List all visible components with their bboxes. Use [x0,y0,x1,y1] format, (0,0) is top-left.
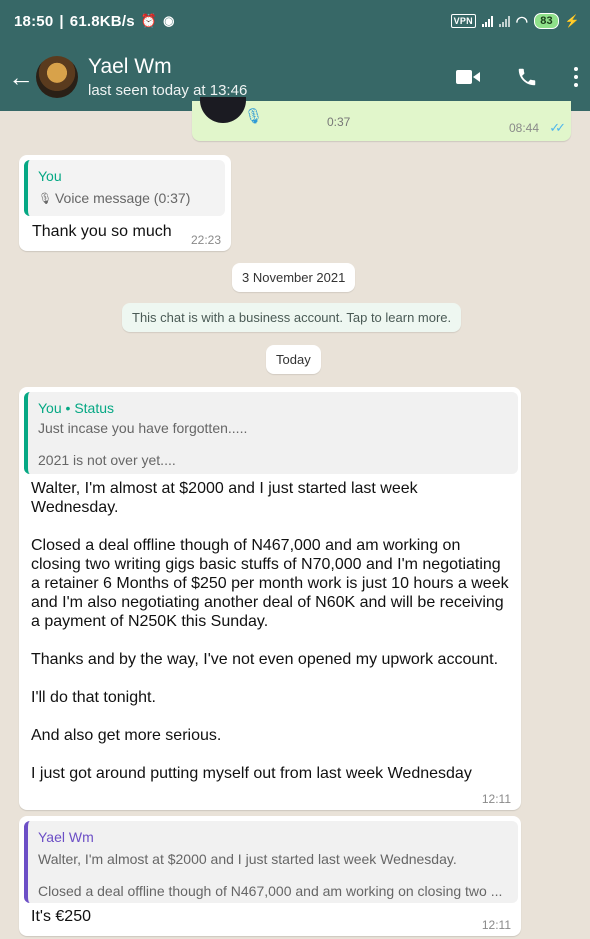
vpn-badge: VPN [450,14,476,28]
chat-area[interactable]: 🎙 0:37 08:44 ✓✓ You 🎙 Voice message (0:3… [0,97,590,939]
message-text: It's €250 [31,908,91,925]
message-paragraph: Closed a deal offline though of N467,000… [31,537,509,630]
quote-line: Walter, I'm almost at $2000 and I just s… [38,851,457,867]
back-arrow-icon[interactable]: ← [8,64,34,90]
microphone-icon: 🎙 [38,192,52,205]
message-paragraph: Thanks and by the way, I've not even ope… [31,651,499,668]
message-paragraph: I just got around putting myself out fro… [31,765,472,782]
voice-duration: 0:37 [327,115,351,129]
quote-line: Just incase you have forgotten..... [38,420,248,436]
quote-sender: You [38,400,62,416]
business-account-notice[interactable]: This chat is with a business account. Ta… [122,303,462,332]
read-receipt-icon: ✓✓ [549,120,566,135]
avatar[interactable] [36,55,78,98]
status-bar: 18:50 | 61.8KB/s ⏰ ◉ VPN ◠ 83 ⚡ [14,12,580,30]
contact-info[interactable]: Yael Wm last seen today at 13:46 [88,55,247,99]
wifi-icon: ◠ [515,12,529,29]
quoted-message[interactable]: Yael Wm Walter, I'm almost at $2000 and … [24,821,518,903]
message-bubble[interactable]: You 🎙 Voice message (0:37) Thank you so … [19,155,231,251]
voice-avatar [200,97,246,123]
quote-line: Closed a deal offline though of N467,000… [38,883,503,899]
quoted-message[interactable]: You 🎙 Voice message (0:37) [24,160,225,216]
message-time: 08:44 [508,121,539,135]
voice-message-bubble[interactable]: 🎙 0:37 08:44 ✓✓ [192,97,571,141]
message-time: 22:23 [190,233,221,247]
microphone-icon: 🎙 [244,108,264,125]
contact-name: Yael Wm [88,54,172,78]
status-speed: 61.8KB/s [69,12,135,30]
signal-icon-2 [498,15,510,27]
signal-icon [481,15,493,27]
video-call-icon[interactable] [456,69,480,85]
quote-line: 2021 is not over yet.... [38,452,176,468]
message-time: 12:11 [481,792,511,806]
quote-status-label: Status [74,400,115,416]
last-seen: last seen today at 13:46 [88,81,248,99]
phone-icon[interactable] [516,66,538,88]
message-time: 12:11 [481,918,511,932]
quote-sender: You [38,168,62,184]
quote-text: Voice message (0:37) [54,190,191,206]
battery-indicator: 83 [534,13,559,29]
date-divider: 3 November 2021 [232,263,356,292]
message-paragraph: I'll do that tonight. [31,689,156,706]
status-time: 18:50 [14,12,54,30]
alarm-off-icon: ⏰ [140,13,158,28]
message-paragraph: Walter, I'm almost at $2000 and I just s… [31,480,418,516]
today-divider: Today [266,345,321,374]
quote-sender: Yael Wm [38,829,94,845]
message-bubble[interactable]: You • Status Just incase you have forgot… [19,387,521,810]
charging-icon: ⚡ [564,14,580,28]
message-text: Thank you so much [32,223,172,240]
whatsapp-icon: ◉ [163,13,175,28]
message-bubble[interactable]: Yael Wm Walter, I'm almost at $2000 and … [19,816,521,936]
message-paragraph: And also get more serious. [31,727,222,744]
quoted-status[interactable]: You • Status Just incase you have forgot… [24,392,518,474]
message-body: Walter, I'm almost at $2000 and I just s… [31,479,509,783]
top-bar: 18:50 | 61.8KB/s ⏰ ◉ VPN ◠ 83 ⚡ ← Yael W… [0,0,590,111]
more-options-icon[interactable] [574,66,578,87]
